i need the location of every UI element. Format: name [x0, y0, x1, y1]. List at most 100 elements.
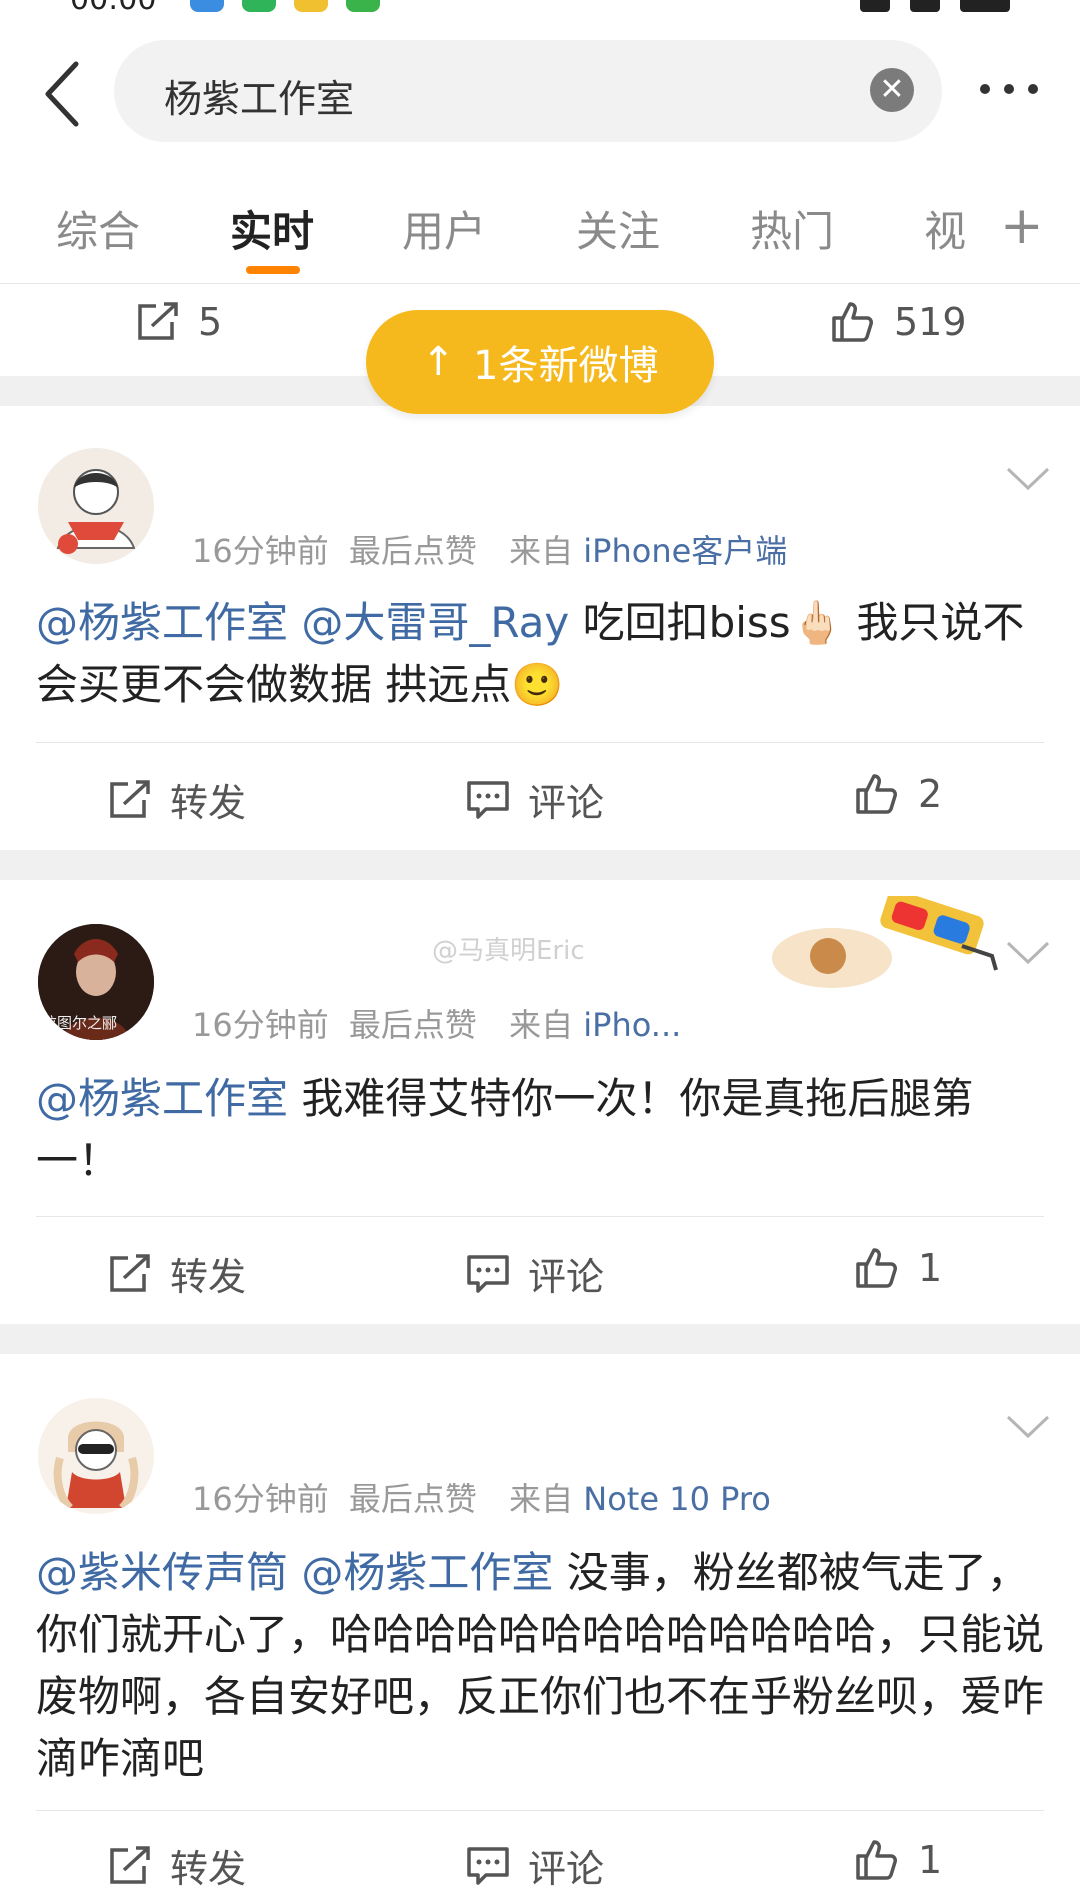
- comment-button[interactable]: 评论: [466, 1246, 604, 1301]
- avatar-caption: 拉图尔之郦: [42, 1014, 118, 1032]
- repost-icon: [138, 302, 178, 340]
- mention-link[interactable]: @杨紫工作室: [36, 1074, 288, 1123]
- active-tab-indicator: [246, 266, 300, 274]
- app-notification-icon: [190, 0, 224, 12]
- post-time: 16分钟前: [192, 1480, 329, 1518]
- thumbs-up-icon: [856, 774, 897, 814]
- comment-label: 评论: [528, 1847, 605, 1891]
- like-button[interactable]: 1: [854, 1246, 942, 1290]
- more-dot-icon: [1004, 84, 1014, 94]
- avatar[interactable]: 拉图尔之郦: [38, 924, 154, 1040]
- comment-icon: [467, 1254, 509, 1293]
- tab-video[interactable]: 视: [924, 198, 966, 259]
- mention-link[interactable]: @大雷哥_Ray: [301, 598, 569, 647]
- arrow-up-icon: ↑: [421, 339, 456, 385]
- repost-icon: [110, 1845, 150, 1884]
- comment-icon: [467, 780, 509, 819]
- divider: [36, 1216, 1044, 1217]
- post-text: @紫米传声筒 @杨紫工作室 没事，粉丝都被气走了，你们就开心了，哈哈哈哈哈哈哈哈…: [36, 1542, 1046, 1790]
- repost-button[interactable]: 转发: [108, 1246, 246, 1301]
- comment-button[interactable]: 评论: [466, 772, 604, 827]
- wifi-icon: [860, 0, 890, 12]
- post-from-label: 来自: [509, 532, 574, 570]
- new-post-notice-label: 1条新微博: [473, 343, 659, 389]
- comment-icon: [467, 1846, 509, 1885]
- tab-realtime[interactable]: 实时: [230, 198, 314, 259]
- like-button[interactable]: 2: [854, 772, 942, 816]
- new-post-notice-button[interactable]: ↑ 1条新微博: [366, 310, 714, 414]
- emoji-icon: 🙂: [511, 660, 564, 709]
- post-from-label: 来自: [509, 1006, 574, 1044]
- clear-icon[interactable]: ✕: [870, 68, 914, 112]
- repost-label: 转发: [170, 1255, 247, 1299]
- comment-button[interactable]: 评论: [466, 1838, 604, 1892]
- like-count: 2: [918, 772, 943, 816]
- card-separator: [0, 850, 1080, 880]
- avatar-illustration: [56, 469, 136, 554]
- tab-following[interactable]: 关注: [576, 198, 660, 259]
- card-separator: [0, 1324, 1080, 1354]
- thumbs-up-icon: [856, 1840, 897, 1880]
- app-notification-icon: [242, 0, 276, 12]
- emoji-icon: 🖕🏻: [790, 598, 843, 647]
- like-count: 1: [918, 1838, 943, 1882]
- app-notification-icon: [346, 0, 380, 12]
- avatar[interactable]: [38, 1398, 154, 1514]
- comment-label: 评论: [528, 781, 605, 825]
- mention-link[interactable]: @紫米传声筒: [36, 1548, 288, 1597]
- more-button[interactable]: [976, 72, 1046, 102]
- more-dot-icon: [1028, 84, 1038, 94]
- divider: [36, 1810, 1044, 1811]
- app-notification-icon: [294, 0, 328, 12]
- post-from-label: 来自: [509, 1480, 574, 1518]
- tab-hot[interactable]: 热门: [750, 198, 834, 259]
- battery-icon: [960, 0, 1010, 12]
- post-text: @杨紫工作室 @大雷哥_Ray 吃回扣biss🖕🏻 我只说不会买更不会做数据 拱…: [36, 592, 1046, 716]
- repost-button[interactable]: 转发: [108, 1838, 246, 1892]
- status-bar: 00:00: [0, 0, 1080, 14]
- chevron-down-icon[interactable]: [1006, 466, 1050, 492]
- post-meta: 16分钟前 最后点赞 来自 iPhone客户端: [192, 526, 787, 572]
- tab-bar: 综合 实时 用户 关注 热门 视 +: [0, 180, 1080, 284]
- post-badge: 最后点赞: [348, 1480, 477, 1518]
- post-text: @杨紫工作室 我难得艾特你一次！你是真拖后腿第一！: [36, 1068, 1046, 1192]
- post-meta: 16分钟前 最后点赞 来自 iPho...: [192, 1000, 681, 1046]
- avatar[interactable]: [38, 448, 154, 564]
- status-time: 00:00: [70, 0, 156, 14]
- thumbs-up-icon: [856, 1248, 897, 1288]
- repost-label: 转发: [170, 781, 247, 825]
- repost-button[interactable]: 5: [136, 300, 222, 344]
- like-count: 1: [918, 1246, 943, 1290]
- post-source[interactable]: iPho...: [583, 1006, 681, 1044]
- post-time: 16分钟前: [192, 532, 329, 570]
- tab-comprehensive[interactable]: 综合: [56, 198, 140, 259]
- post-badge: 最后点赞: [348, 1006, 477, 1044]
- post-meta: 16分钟前 最后点赞 来自 Note 10 Pro: [192, 1474, 771, 1520]
- chevron-down-icon[interactable]: [1006, 940, 1050, 966]
- post-text-part: 吃回扣biss: [582, 598, 791, 647]
- chevron-down-icon[interactable]: [1006, 1414, 1050, 1440]
- watermark: @马真明Eric: [432, 936, 585, 966]
- search-input[interactable]: 杨紫工作室 ✕: [114, 40, 942, 142]
- mention-link[interactable]: @杨紫工作室: [301, 1548, 553, 1597]
- repost-icon: [110, 779, 150, 818]
- tab-users[interactable]: 用户: [402, 198, 486, 259]
- post-badge: 最后点赞: [348, 532, 477, 570]
- chevron-left-icon: [45, 61, 79, 127]
- signal-icon: [910, 0, 940, 12]
- back-button[interactable]: [40, 58, 90, 130]
- repost-count: 5: [198, 300, 223, 344]
- like-button[interactable]: 519: [830, 300, 967, 344]
- add-tab-icon[interactable]: +: [1000, 196, 1044, 256]
- more-dot-icon: [980, 84, 990, 94]
- mention-link[interactable]: @杨紫工作室: [36, 598, 288, 647]
- post-time: 16分钟前: [192, 1006, 329, 1044]
- comment-label: 评论: [528, 1255, 605, 1299]
- repost-button[interactable]: 转发: [108, 772, 246, 827]
- search-query: 杨紫工作室: [164, 77, 355, 121]
- like-button[interactable]: 1: [854, 1838, 942, 1882]
- avatar-illustration: [53, 1421, 139, 1511]
- post-source[interactable]: iPhone客户端: [583, 532, 787, 570]
- like-count: 519: [894, 300, 967, 344]
- post-source[interactable]: Note 10 Pro: [583, 1480, 771, 1518]
